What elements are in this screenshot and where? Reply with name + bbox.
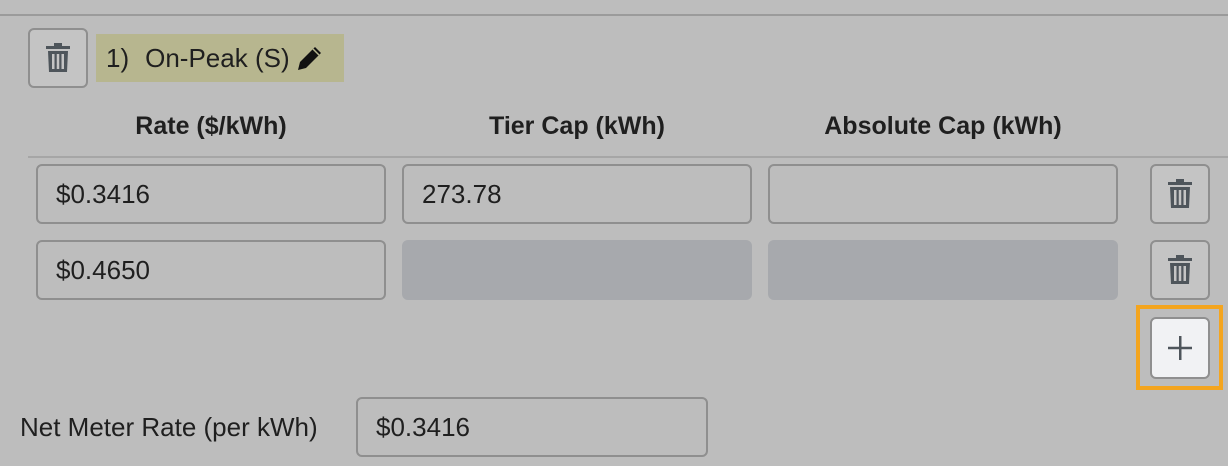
tier-name-editable[interactable]: 1) On-Peak (S) bbox=[96, 34, 344, 82]
column-header-tier-cap: Tier Cap (kWh) bbox=[489, 112, 665, 140]
tier-name: On-Peak (S) bbox=[145, 42, 290, 73]
absolute-cap-input-row-2 bbox=[768, 240, 1118, 300]
column-header-absolute-cap: Absolute Cap (kWh) bbox=[824, 112, 1062, 140]
trash-icon bbox=[1168, 255, 1192, 284]
column-header-rate: Rate ($/kWh) bbox=[135, 112, 287, 140]
trash-icon bbox=[1168, 179, 1192, 208]
add-row-focus-ring bbox=[1136, 305, 1223, 390]
delete-row-2-button[interactable] bbox=[1150, 240, 1210, 300]
delete-row-1-button[interactable] bbox=[1150, 164, 1210, 224]
net-meter-rate-input[interactable] bbox=[356, 397, 708, 457]
tier-number: 1) bbox=[106, 42, 130, 73]
net-meter-rate-label: Net Meter Rate (per kWh) bbox=[20, 412, 318, 442]
tier-cap-input-row-2 bbox=[402, 240, 752, 300]
rate-input-row-1[interactable] bbox=[36, 164, 386, 224]
add-row-button[interactable] bbox=[1150, 317, 1210, 379]
tier-cap-input-row-1[interactable] bbox=[402, 164, 752, 224]
delete-tier-button[interactable] bbox=[28, 28, 88, 88]
header-divider bbox=[28, 156, 1228, 158]
section-divider bbox=[0, 14, 1228, 16]
trash-icon bbox=[46, 43, 70, 72]
absolute-cap-input-row-1[interactable] bbox=[768, 164, 1118, 224]
plus-icon bbox=[1168, 336, 1192, 360]
pencil-icon[interactable] bbox=[296, 44, 324, 72]
rate-input-row-2[interactable] bbox=[36, 240, 386, 300]
